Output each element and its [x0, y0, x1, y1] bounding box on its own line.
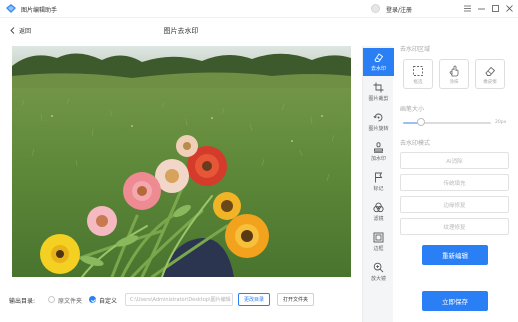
option-traditional-fill[interactable]: 传统填充: [400, 174, 509, 191]
tool-filter[interactable]: 滤镜: [363, 198, 394, 226]
change-dir-button[interactable]: 更改目录: [238, 293, 270, 306]
output-dir-label: 输出目录:: [9, 298, 36, 305]
marquee-icon: [413, 66, 423, 76]
tool-label: 图片裁剪: [368, 96, 389, 102]
avatar[interactable]: [371, 4, 380, 13]
photo-canvas[interactable]: [12, 46, 351, 277]
tool-label: 滤镜: [373, 216, 384, 222]
filter-icon: [373, 202, 384, 213]
magnifier-icon: [373, 262, 384, 273]
login-link[interactable]: 登录/注册: [386, 5, 412, 14]
tool-rotate[interactable]: 图片旋转: [363, 108, 394, 136]
mode-label: 涂抹: [449, 80, 459, 85]
close-icon[interactable]: [504, 3, 515, 14]
photo-image: [12, 46, 351, 277]
tool-label: 加水印: [370, 156, 386, 162]
crop-icon: [373, 82, 384, 93]
hand-icon: [449, 65, 459, 77]
tool-magnifier[interactable]: 放大镜: [363, 258, 394, 286]
tool-label: 放大镜: [370, 276, 386, 282]
brush-size-value: 20px: [495, 120, 507, 125]
open-folder-button[interactable]: 打开文件夹: [277, 293, 314, 306]
app-logo-icon: [6, 4, 16, 13]
menu-icon[interactable]: [462, 3, 473, 14]
rotate-icon: [373, 113, 383, 122]
output-path-input[interactable]: [125, 293, 233, 306]
title-bar: 图片编辑助手 登录/注册: [0, 0, 518, 18]
original-folder-label[interactable]: 原文件夹: [58, 296, 82, 305]
app-title: 图片编辑助手: [21, 7, 58, 14]
tool-add-watermark[interactable]: 加水印: [363, 138, 394, 166]
eraser-small-icon: [485, 66, 496, 76]
stamp-icon: [374, 142, 383, 153]
option-texture-repair[interactable]: 纹理修复: [400, 218, 509, 235]
mode-smear-button[interactable]: 涂抹: [439, 59, 469, 89]
minimize-icon[interactable]: [476, 3, 487, 14]
radio-custom-folder[interactable]: [89, 296, 96, 303]
tool-mark[interactable]: 标记: [363, 168, 394, 196]
tool-label: 边框: [373, 246, 384, 252]
option-ai-remove[interactable]: AI消除: [400, 152, 509, 169]
tool-rail: 去水印 图片裁剪 图片旋转 加水印 标记 滤镜 边框 放大镜: [362, 46, 394, 322]
brush-size-title: 画笔大小: [400, 106, 425, 113]
tool-remove-watermark[interactable]: 去水印: [363, 48, 394, 76]
eraser-icon: [374, 53, 384, 62]
radio-original-folder[interactable]: [48, 296, 55, 303]
tool-crop[interactable]: 图片裁剪: [363, 78, 394, 106]
custom-folder-label[interactable]: 自定义: [99, 296, 117, 305]
option-edge-repair[interactable]: 边缘修复: [400, 196, 509, 213]
flag-icon: [375, 172, 383, 183]
area-section-title: 去水印区域: [400, 46, 431, 53]
mode-label: 橡皮擦: [483, 80, 497, 85]
save-button[interactable]: 立即保存: [422, 291, 488, 311]
tool-frame[interactable]: 边框: [363, 228, 394, 256]
tool-label: 标记: [373, 186, 384, 192]
mode-label: 框选: [413, 80, 423, 85]
mode-eraser-button[interactable]: 橡皮擦: [475, 59, 505, 89]
slider-thumb[interactable]: [416, 118, 425, 126]
frame-icon: [373, 232, 384, 243]
page-title: 图片去水印: [163, 27, 199, 35]
mode-marquee-button[interactable]: 框选: [403, 59, 433, 89]
reedit-button[interactable]: 重新编辑: [422, 245, 488, 265]
maximize-icon[interactable]: [490, 3, 501, 14]
mode-section-title: 去水印模式: [400, 140, 431, 147]
tool-label: 图片旋转: [368, 126, 389, 132]
tool-label: 去水印: [370, 66, 386, 72]
